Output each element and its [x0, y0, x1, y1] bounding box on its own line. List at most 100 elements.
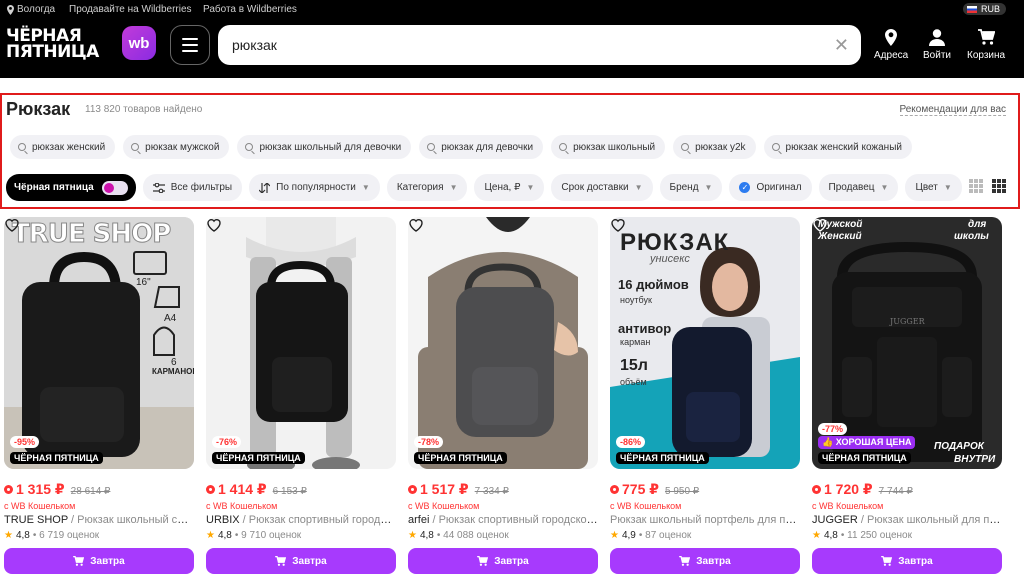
- large-grid-icon[interactable]: [969, 179, 983, 193]
- location-link[interactable]: Вологда: [7, 4, 55, 15]
- favorite-heart-icon[interactable]: [4, 217, 20, 233]
- cart-icon: [73, 556, 85, 566]
- cart-icon: [477, 556, 489, 566]
- price-filter-label: Цена, ₽: [484, 182, 521, 193]
- all-filters-button[interactable]: Все фильтры: [142, 174, 243, 201]
- image-purpose-text: школы: [954, 231, 989, 242]
- cart-button[interactable]: Корзина: [967, 28, 1005, 61]
- header: Вологда Продавайте на Wildberries Работа…: [0, 0, 1024, 78]
- image-feature-text: антивор: [618, 321, 672, 336]
- brand-filter-label: Бренд: [669, 182, 699, 193]
- product-name[interactable]: Рюкзак школьный портфель для подрос...: [610, 514, 800, 526]
- suggestion-chip[interactable]: рюкзак женский: [10, 135, 116, 159]
- product-image[interactable]: Мужской Женский для школы JUGGER ПОДАРОК…: [812, 217, 1002, 469]
- product-name[interactable]: arfei / Рюкзак спортивный городской для …: [408, 514, 598, 526]
- star-icon: ★: [408, 530, 417, 541]
- price-value: 1 720 ₽: [824, 481, 873, 497]
- suggestion-label: рюкзак y2k: [695, 141, 746, 153]
- rating: ★ 4,8 • 11 250 оценок: [812, 530, 1002, 541]
- page-title: Рюкзак: [6, 99, 71, 119]
- product-card[interactable]: -78% ЧЁРНАЯ ПЯТНИЦА 1 517 ₽ 7 334 ₽ с WB…: [408, 217, 598, 574]
- product-name[interactable]: TRUE SHOP / Рюкзак школьный спортив...: [4, 514, 194, 526]
- delivery-label: Завтра: [292, 555, 327, 567]
- product-brand: arfei: [408, 514, 430, 526]
- product-brand: JUGGER: [812, 514, 858, 526]
- wb-wallet-icon: [408, 485, 417, 494]
- product-card[interactable]: Мужской Женский для школы JUGGER ПОДАРОК…: [812, 217, 1002, 574]
- color-filter[interactable]: Цвет ▼: [905, 174, 962, 201]
- black-friday-toggle[interactable]: Чёрная пятница: [6, 174, 136, 201]
- favorite-heart-icon[interactable]: [812, 217, 828, 233]
- add-to-cart-button[interactable]: Завтра: [812, 548, 1002, 574]
- product-image[interactable]: -76% ЧЁРНАЯ ПЯТНИЦА: [206, 217, 396, 469]
- product-image[interactable]: -78% ЧЁРНАЯ ПЯТНИЦА: [408, 217, 598, 469]
- favorite-heart-icon[interactable]: [610, 217, 626, 233]
- sell-on-wb-link[interactable]: Продавайте на Wildberries: [69, 4, 192, 15]
- category-filter[interactable]: Категория ▼: [386, 174, 468, 201]
- location-pin-icon: [885, 28, 898, 46]
- user-icon: [928, 28, 945, 46]
- small-grid-icon[interactable]: [992, 179, 1006, 193]
- discount-badge: -78%: [414, 436, 444, 448]
- price-filter[interactable]: Цена, ₽ ▼: [474, 174, 545, 201]
- suggestion-chip[interactable]: рюкзак y2k: [673, 135, 756, 159]
- image-feature-subtext: карман: [620, 337, 651, 347]
- product-card[interactable]: -76% ЧЁРНАЯ ПЯТНИЦА 1 414 ₽ 6 153 ₽ с WB…: [206, 217, 396, 574]
- suggestion-chip[interactable]: рюкзак женский кожаный: [763, 135, 912, 159]
- product-brand: TRUE SHOP: [4, 514, 68, 526]
- delivery-label: Завтра: [494, 555, 529, 567]
- seller-filter[interactable]: Продавец ▼: [818, 174, 899, 201]
- product-name[interactable]: URBIX / Рюкзак спортивный городской: [206, 514, 396, 526]
- toggle-switch[interactable]: [101, 180, 128, 195]
- addresses-button[interactable]: Адреса: [874, 28, 908, 61]
- work-at-wb-link[interactable]: Работа в Wildberries: [203, 4, 297, 15]
- favorite-heart-icon[interactable]: [408, 217, 424, 233]
- star-icon: ★: [4, 530, 13, 541]
- suggestion-label: рюкзак для девочки: [441, 141, 534, 153]
- recommendations-link[interactable]: Рекомендации для вас: [899, 104, 1006, 116]
- search-suggestions: рюкзак женский рюкзак мужской рюкзак шко…: [10, 135, 912, 159]
- image-gift-text: ВНУТРИ: [954, 454, 996, 465]
- product-card[interactable]: TRUE SHOP 16" A4 6 КАРМАНОВ -95% ЧЁРНАЯ …: [4, 217, 194, 574]
- wb-logo-text: wb: [128, 34, 150, 52]
- chevron-down-icon: ▼: [943, 183, 952, 192]
- original-filter[interactable]: ✓ Оригинал: [729, 174, 812, 201]
- price-value: 1 315 ₽: [16, 481, 65, 497]
- location-pin-icon: [7, 4, 14, 15]
- currency-selector[interactable]: RUB: [962, 3, 1006, 15]
- sort-dropdown[interactable]: По популярности ▼: [249, 174, 380, 201]
- suggestion-chip[interactable]: рюкзак для девочки: [419, 135, 544, 159]
- wallet-note: с WB Кошельком: [812, 501, 884, 511]
- add-to-cart-button[interactable]: Завтра: [408, 548, 598, 574]
- brand-filter[interactable]: Бренд ▼: [659, 174, 723, 201]
- price-value: 1 414 ₽: [218, 481, 267, 497]
- menu-button[interactable]: [170, 25, 210, 65]
- add-to-cart-button[interactable]: Завтра: [4, 548, 194, 574]
- delivery-filter[interactable]: Срок доставки ▼: [551, 174, 653, 201]
- black-friday-badge: ЧЁРНАЯ ПЯТНИЦА: [414, 452, 507, 464]
- wb-logo[interactable]: wb: [122, 26, 156, 60]
- cart-label: Корзина: [967, 50, 1006, 61]
- favorite-heart-icon[interactable]: [206, 217, 222, 233]
- product-card[interactable]: РЮКЗАК унисекс 16 дюймов ноутбук антивор…: [610, 217, 800, 574]
- suggestion-chip[interactable]: рюкзак школьный для девочки: [237, 135, 412, 159]
- wb-wallet-icon: [610, 485, 619, 494]
- product-image[interactable]: РЮКЗАК унисекс 16 дюймов ноутбук антивор…: [610, 217, 800, 469]
- price-value: 775 ₽: [622, 481, 659, 497]
- suggestion-chip[interactable]: рюкзак мужской: [123, 135, 230, 159]
- login-button[interactable]: Войти: [923, 28, 951, 61]
- reviews-count: • 87 оценок: [638, 530, 692, 541]
- search-input[interactable]: [232, 37, 812, 53]
- add-to-cart-button[interactable]: Завтра: [206, 548, 396, 574]
- add-to-cart-button[interactable]: Завтра: [610, 548, 800, 574]
- good-price-badge: 👍 ХОРОШАЯ ЦЕНА: [818, 436, 916, 449]
- black-friday-badge: ЧЁРНАЯ ПЯТНИЦА: [818, 452, 911, 464]
- product-image[interactable]: TRUE SHOP 16" A4 6 КАРМАНОВ -95% ЧЁРНАЯ …: [4, 217, 194, 469]
- menu-line: [182, 50, 198, 52]
- all-filters-label: Все фильтры: [170, 182, 233, 193]
- addresses-label: Адреса: [874, 50, 909, 61]
- clear-search-icon[interactable]: ✕: [834, 35, 849, 55]
- black-friday-logo[interactable]: ЧЁРНАЯ ПЯТНИЦА: [6, 28, 99, 61]
- suggestion-chip[interactable]: рюкзак школьный: [551, 135, 666, 159]
- product-name[interactable]: JUGGER / Рюкзак школьный для подрост...: [812, 514, 1002, 526]
